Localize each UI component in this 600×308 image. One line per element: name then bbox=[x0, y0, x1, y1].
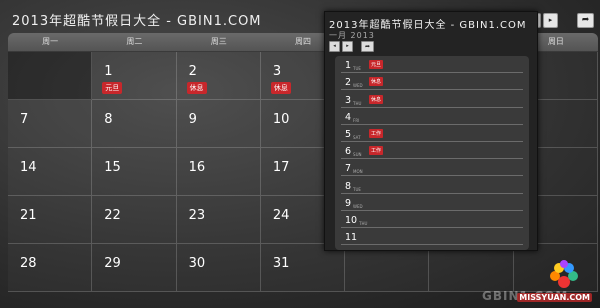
popup-day-weekday: SUN bbox=[353, 152, 362, 158]
day-number: 22 bbox=[104, 208, 121, 223]
popup-month-label: 一月 2013 bbox=[329, 31, 375, 40]
popup-day-row[interactable]: 4 FRI bbox=[341, 108, 523, 125]
day-cell[interactable]: 2 休息 bbox=[176, 52, 261, 100]
popup-day-row[interactable]: 5 SAT 工作 bbox=[341, 125, 523, 142]
popup-holiday-tag: 工作 bbox=[369, 146, 384, 156]
popup-day-row[interactable]: 10 THU bbox=[341, 211, 523, 228]
popup-holiday-tag: 休息 bbox=[369, 94, 384, 104]
popup-holiday-tag: 休息 bbox=[369, 77, 384, 87]
day-number: 29 bbox=[104, 256, 121, 271]
day-cell[interactable]: 7 bbox=[8, 100, 93, 148]
day-number: 23 bbox=[188, 208, 206, 223]
popup-day-row[interactable]: 11 bbox=[341, 228, 523, 246]
day-number: 8 bbox=[104, 112, 113, 127]
popup-day-number: 3 bbox=[345, 94, 352, 106]
day-cell[interactable]: 30 bbox=[176, 244, 261, 292]
popup-day-number: 4 bbox=[345, 111, 352, 123]
popup-next-button[interactable]: ▸ bbox=[342, 41, 353, 52]
day-number: 21 bbox=[20, 208, 37, 223]
popup-day-weekday: FRI bbox=[353, 117, 360, 123]
day-number: 28 bbox=[20, 256, 37, 271]
day-cell[interactable] bbox=[8, 52, 93, 100]
day-cell[interactable]: 15 bbox=[92, 148, 177, 196]
day-cell[interactable]: 23 bbox=[176, 196, 261, 244]
next-month-button[interactable]: ▸ bbox=[543, 13, 558, 28]
day-number: 17 bbox=[272, 160, 290, 175]
share-button[interactable]: ➦ bbox=[577, 13, 594, 28]
holiday-tag: 元旦 bbox=[102, 82, 123, 94]
popup-share-button[interactable]: ➦ bbox=[361, 41, 374, 52]
weekday-label: 周二 bbox=[126, 37, 143, 46]
popup-day-weekday: MON bbox=[353, 169, 363, 175]
popup-day-number: 7 bbox=[345, 163, 352, 175]
day-cell[interactable]: 22 bbox=[92, 196, 177, 244]
day-number: 2 bbox=[188, 64, 197, 79]
popup-day-number: 1 bbox=[345, 60, 352, 72]
day-cell[interactable]: 8 bbox=[92, 100, 177, 148]
popup-day-list: 1 TUE 元旦 2 WED 休息 3 THU 休息 4 FRI 5 SAT 工作 6 SUN 工作 7 MON 8 T… bbox=[335, 56, 529, 250]
day-number: 24 bbox=[272, 208, 290, 223]
popup-day-row[interactable]: 6 SUN 工作 bbox=[341, 142, 523, 160]
day-cell[interactable]: 1 元旦 bbox=[92, 52, 177, 100]
day-cell[interactable]: 14 bbox=[8, 148, 93, 196]
day-cell[interactable]: 9 bbox=[176, 100, 261, 148]
popup-day-row[interactable]: 7 MON bbox=[341, 159, 523, 177]
day-number: 31 bbox=[272, 256, 290, 271]
main-title: 2013年超酷节假日大全 - GBIN1.COM bbox=[12, 14, 262, 29]
popup-day-number: 8 bbox=[345, 180, 352, 192]
popup-holiday-tag: 元旦 bbox=[369, 60, 384, 70]
popup-day-weekday: WED bbox=[353, 83, 363, 89]
day-number: 7 bbox=[20, 112, 29, 127]
popup-day-weekday: WED bbox=[353, 203, 363, 209]
popup-day-row[interactable]: 3 THU 休息 bbox=[341, 90, 523, 108]
day-number: 16 bbox=[188, 160, 206, 175]
popup-day-number: 5 bbox=[345, 128, 352, 140]
day-number: 10 bbox=[272, 112, 290, 127]
popup-day-number: 2 bbox=[345, 77, 352, 89]
holiday-tag: 休息 bbox=[270, 82, 291, 94]
day-cell[interactable] bbox=[345, 244, 430, 292]
popup-prev-button[interactable]: ◂ bbox=[329, 41, 340, 52]
site-watermark-text: MISSYUAN.COM bbox=[517, 293, 592, 302]
weekday-label: 周一 bbox=[42, 37, 59, 46]
holiday-tag: 休息 bbox=[186, 82, 207, 94]
popup-day-weekday: THU bbox=[359, 220, 368, 226]
popup-day-weekday: THU bbox=[353, 100, 362, 106]
day-number: 3 bbox=[272, 64, 282, 79]
popup-nav: ◂ ▸ bbox=[329, 41, 353, 52]
popup-day-row[interactable]: 2 WED 休息 bbox=[341, 73, 523, 91]
day-number: 1 bbox=[104, 64, 113, 79]
day-cell[interactable]: 28 bbox=[8, 244, 93, 292]
popup-title: 2013年超酷节假日大全 - GBIN1.COM bbox=[329, 20, 527, 31]
popup-day-row[interactable]: 9 WED bbox=[341, 194, 523, 211]
day-number: 9 bbox=[188, 112, 197, 127]
popup-day-weekday: TUE bbox=[353, 186, 361, 192]
day-cell[interactable]: 21 bbox=[8, 196, 93, 244]
day-cell[interactable]: 31 bbox=[260, 244, 346, 292]
site-logo: MISSYUAN.COM bbox=[517, 260, 594, 304]
day-cell[interactable] bbox=[429, 244, 514, 292]
popup-day-row[interactable]: 8 TUE bbox=[341, 176, 523, 194]
calendar-popup: 2013年超酷节假日大全 - GBIN1.COM 一月 2013 ◂ ▸ ➦ 1… bbox=[324, 11, 538, 251]
popup-day-weekday: SAT bbox=[353, 134, 361, 140]
day-cell[interactable]: 29 bbox=[92, 244, 177, 292]
popup-day-number: 10 bbox=[345, 214, 358, 226]
popup-holiday-tag: 工作 bbox=[369, 128, 384, 138]
popup-day-number: 9 bbox=[345, 197, 352, 209]
day-cell[interactable]: 16 bbox=[176, 148, 261, 196]
weekday-label: 周三 bbox=[210, 37, 227, 46]
peacock-logo-icon bbox=[550, 260, 578, 288]
day-number: 14 bbox=[20, 160, 37, 175]
popup-day-row[interactable]: 1 TUE 元旦 bbox=[341, 56, 523, 74]
popup-day-number: 6 bbox=[345, 146, 352, 158]
popup-day-weekday: TUE bbox=[353, 66, 361, 72]
popup-day-number: 11 bbox=[345, 232, 358, 244]
day-number: 30 bbox=[188, 256, 206, 271]
day-number: 15 bbox=[104, 160, 121, 175]
